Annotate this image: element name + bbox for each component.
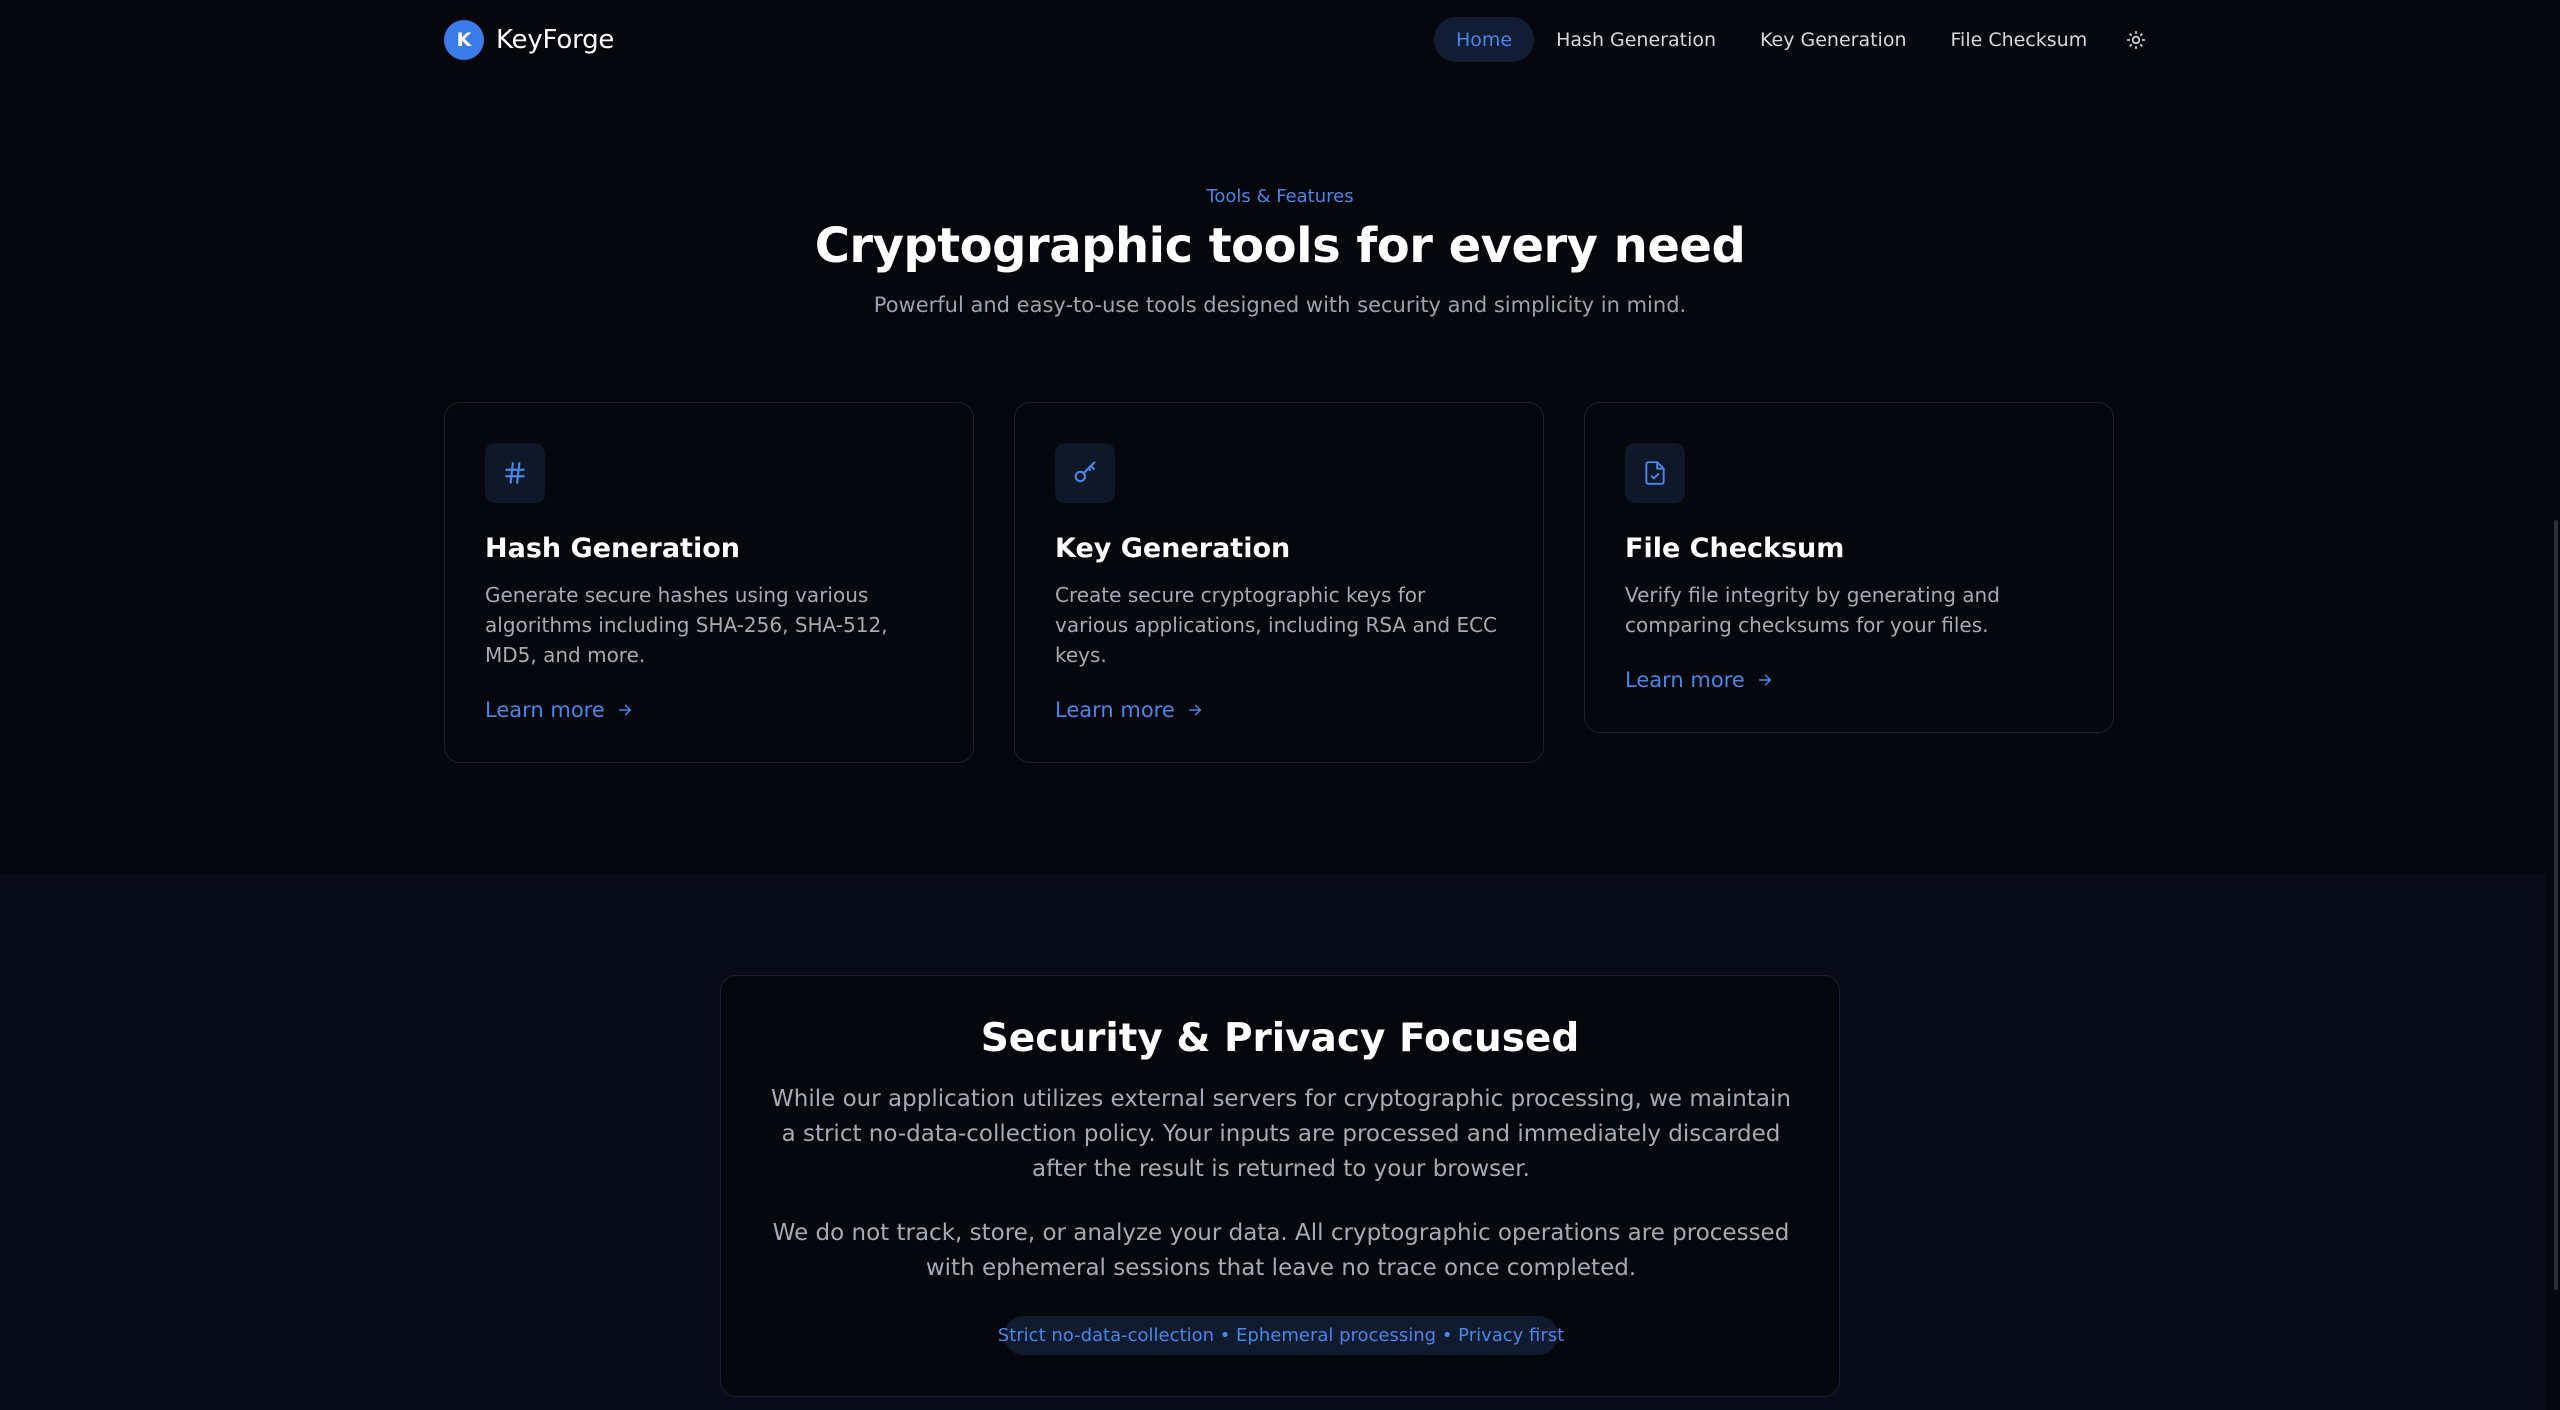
top-navbar: K KeyForge Home Hash Generation Key Gene… [0,0,2545,80]
feature-card-title: Hash Generation [485,533,740,564]
nav-item-home[interactable]: Home [1434,17,1535,62]
learn-more-link[interactable]: Learn more [1055,698,1203,722]
nav-item-file-checksum[interactable]: File Checksum [1929,17,2110,62]
brand[interactable]: K KeyForge [444,20,614,60]
feature-card-title: File Checksum [1625,533,1845,564]
page-subtitle: Powerful and easy-to-use tools designed … [873,293,1687,317]
feature-card-file-checksum: File Checksum Verify file integrity by g… [1584,402,2114,733]
feature-card-description: Create secure cryptographic keys for var… [1055,583,1498,667]
learn-more-label: Learn more [1625,668,1745,692]
scrollbar-thumb[interactable] [2554,520,2558,1290]
privacy-badge: Strict no-data-collection • Ephemeral pr… [998,1316,1564,1355]
main-nav: Home Hash Generation Key Generation File… [1434,17,2158,62]
privacy-paragraph: We do not track, store, or analyze your … [772,1220,1790,1281]
key-icon [1055,443,1115,503]
nav-item-hash-generation[interactable]: Hash Generation [1534,17,1738,62]
page: K KeyForge Home Hash Generation Key Gene… [0,0,2560,1410]
page-title: Cryptographic tools for every need [814,218,1746,274]
learn-more-link[interactable]: Learn more [485,698,633,722]
section-eyebrow: Tools & Features [1206,186,1354,207]
arrow-right-icon [1188,704,1201,716]
theme-toggle-button[interactable] [2113,17,2158,62]
learn-more-label: Learn more [485,698,605,722]
privacy-title: Security & Privacy Focused [980,1016,1580,1061]
feature-card-description: Verify file integrity by generating and … [1625,583,2000,637]
learn-more-label: Learn more [1055,698,1175,722]
hash-icon [485,443,545,503]
sun-icon [2126,30,2145,49]
feature-card-key-generation: Key Generation Create secure cryptograph… [1014,402,1544,763]
brand-name: KeyForge [496,25,615,55]
feature-card-description: Generate secure hashes using various alg… [485,583,888,667]
arrow-right-icon [1758,674,1771,686]
privacy-card: Security & Privacy Focused While our app… [720,975,1840,1397]
arrow-right-icon [618,704,631,716]
feature-card-title: Key Generation [1055,533,1291,564]
feature-card-hash-generation: Hash Generation Generate secure hashes u… [444,402,974,763]
nav-item-key-generation[interactable]: Key Generation [1738,17,1928,62]
brand-logo: K [444,20,484,60]
learn-more-link[interactable]: Learn more [1625,668,1773,692]
file-check-icon [1625,443,1685,503]
privacy-paragraph: While our application utilizes external … [771,1086,1791,1182]
scrollbar[interactable] [2545,0,2560,1410]
